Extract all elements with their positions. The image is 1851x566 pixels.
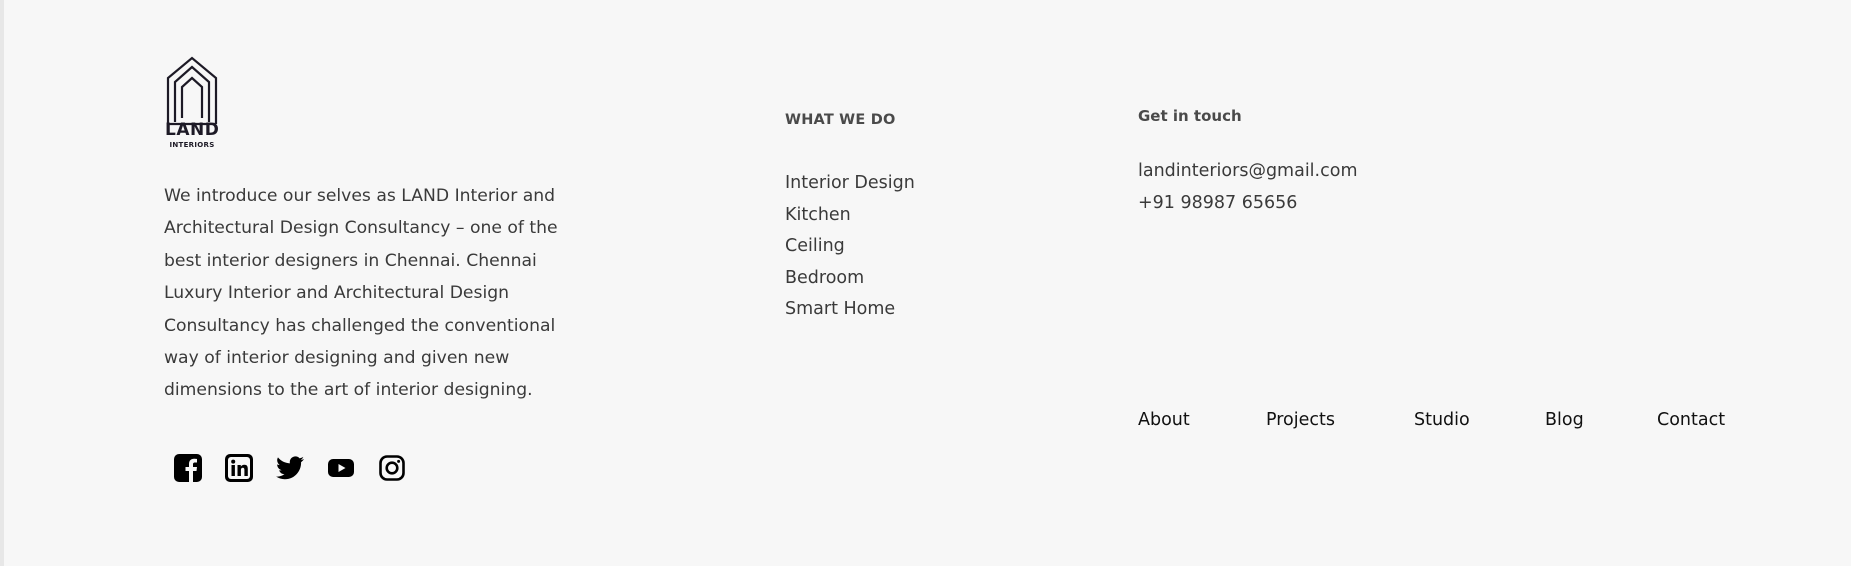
contact-phone-link[interactable]: +91 98987 65656: [1138, 193, 1297, 213]
social-links: [172, 452, 407, 483]
services-list: Interior Design Kitchen Ceiling Bedroom …: [785, 168, 915, 326]
contact-heading: Get in touch: [1138, 107, 1242, 125]
service-link-interior-design[interactable]: Interior Design: [785, 168, 915, 200]
footer-nav: About Projects Studio Blog Contact: [4, 410, 1851, 440]
facebook-icon[interactable]: [172, 452, 203, 483]
nav-link-contact[interactable]: Contact: [1657, 410, 1725, 430]
contact-email-link[interactable]: landinteriors@gmail.com: [1138, 161, 1358, 181]
nav-link-studio[interactable]: Studio: [1414, 410, 1470, 430]
nav-link-blog[interactable]: Blog: [1545, 410, 1584, 430]
linkedin-icon[interactable]: [223, 452, 254, 483]
service-link-kitchen[interactable]: Kitchen: [785, 200, 915, 232]
instagram-icon[interactable]: [376, 452, 407, 483]
service-link-bedroom[interactable]: Bedroom: [785, 263, 915, 295]
logo-subtitle: INTERIORS: [169, 141, 215, 149]
service-link-smart-home[interactable]: Smart Home: [785, 294, 915, 326]
logo-wordmark: LAND: [165, 120, 220, 140]
service-link-ceiling[interactable]: Ceiling: [785, 231, 915, 263]
youtube-icon[interactable]: [325, 452, 356, 483]
nav-link-about[interactable]: About: [1138, 410, 1190, 430]
site-footer: LAND INTERIORS We introduce our selves a…: [0, 0, 1851, 566]
company-intro: We introduce our selves as LAND Interior…: [164, 186, 558, 401]
services-heading: WHAT WE DO: [785, 112, 896, 128]
nav-link-projects[interactable]: Projects: [1266, 410, 1335, 430]
twitter-icon[interactable]: [274, 452, 305, 483]
